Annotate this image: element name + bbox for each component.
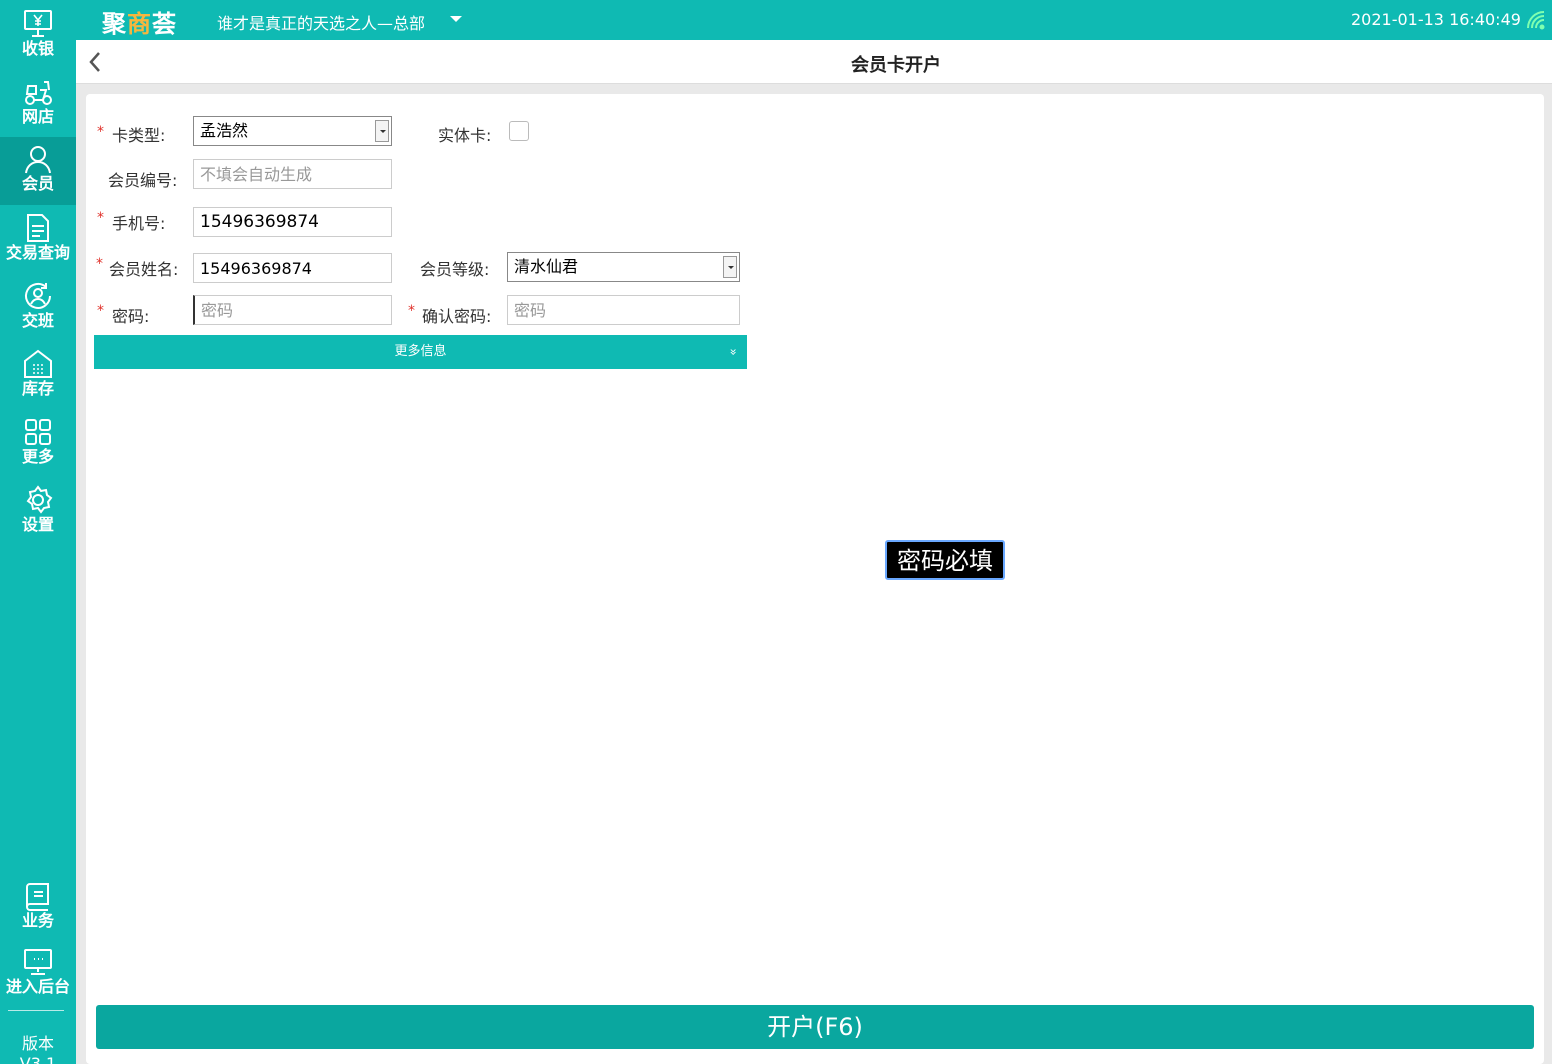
sidebar-item-business[interactable]: 业务 [0,874,76,942]
sidebar-item-label: 库存 [21,379,54,398]
store-name[interactable]: 谁才是真正的天选之人—总部 [217,10,425,34]
member-name-label: 会员姓名: [109,260,179,279]
required-mark: * [97,303,104,319]
member-level-value: 清水仙君 [514,257,579,276]
version-value: V3.1 [19,1054,57,1064]
document-icon [27,214,49,242]
sidebar-item-label: 网店 [21,107,54,126]
password-label: 密码: [112,307,150,326]
sidebar-item-online-store[interactable]: 网店 [0,70,76,138]
wifi-signal-icon [1527,11,1545,30]
store-dropdown-icon[interactable] [450,16,462,22]
member-card-form-panel: * 卡类型: 孟浩然 实体卡: 会员编号: * 手机号: * 会员姓名: 会员等… [86,94,1544,1064]
version-label: 版本 [21,1034,54,1053]
confirm-password-label: 确认密码: [422,307,492,326]
phone-input[interactable] [193,207,392,237]
card-type-label: 卡类型: [112,126,166,145]
validation-toast: 密码必填 [885,540,1005,580]
sidebar-item-member[interactable]: 会员 [0,137,76,205]
warehouse-icon [24,349,52,378]
sidebar-item-label: 更多 [21,447,54,466]
app-logo: 聚商荟 [102,10,177,38]
dropdown-arrow-icon [723,256,737,278]
page-header: 会员卡开户 [76,40,1552,84]
physical-card-label: 实体卡: [438,126,492,145]
dropdown-arrow-icon [375,120,389,142]
physical-card-checkbox[interactable] [509,121,529,141]
sidebar-item-label: 进入后台 [5,977,70,996]
double-chevron-down-icon: » [726,348,741,356]
sidebar-item-more[interactable]: 更多 [0,410,76,478]
required-mark: * [97,210,104,226]
sidebar-item-label: 交易查询 [5,243,70,262]
sidebar-item-shift[interactable]: 交班 [0,274,76,342]
member-level-select[interactable]: 清水仙君 [507,252,740,282]
sidebar-item-label: 设置 [21,515,54,534]
sidebar-item-inventory[interactable]: 库存 [0,342,76,410]
sidebar-item-backend[interactable]: 进入后台 [0,940,76,1008]
sidebar-item-cashier[interactable]: 收银 [0,2,76,70]
card-type-value: 孟浩然 [200,121,249,140]
grid-icon [25,419,51,445]
page-title: 会员卡开户 [851,55,941,76]
member-no-input[interactable] [193,159,392,189]
more-info-toggle[interactable]: 更多信息 » [94,335,747,369]
member-level-label: 会员等级: [420,260,490,279]
user-icon [25,146,51,174]
delivery-scooter-icon [25,81,52,105]
shift-handover-icon [25,282,51,309]
member-no-label: 会员编号: [108,171,178,190]
required-mark: * [97,124,104,140]
sidebar: 收银 网店 会员 交易查询 交班 库存 更多 设置 业务 进入后台 版本 V3.… [0,0,76,1064]
version-info: 版本 V3.1 [0,1034,76,1064]
required-mark: * [408,303,415,319]
book-icon [26,883,49,911]
phone-label: 手机号: [112,214,166,233]
top-bar: 聚商荟 谁才是真正的天选之人—总部 2021-01-13 16:40:49 [76,0,1552,40]
confirm-password-input[interactable] [507,295,740,325]
sidebar-divider [8,1010,64,1011]
current-datetime: 2021-01-13 16:40:49 [1351,10,1521,29]
sidebar-item-label: 交班 [21,311,54,330]
gear-icon [26,485,53,514]
sidebar-item-transaction-query[interactable]: 交易查询 [0,206,76,274]
open-account-button[interactable]: 开户(F6) [96,1005,1534,1049]
monitor-icon [24,949,52,975]
more-info-label: 更多信息 [394,344,447,359]
cashier-icon [24,10,52,37]
card-type-select[interactable]: 孟浩然 [193,116,392,146]
member-name-input[interactable] [193,253,392,283]
password-input[interactable] [193,295,392,325]
sidebar-item-settings[interactable]: 设置 [0,478,76,546]
sidebar-item-label: 业务 [21,911,54,930]
sidebar-item-label: 会员 [21,174,54,193]
sidebar-item-label: 收银 [21,39,54,58]
required-mark: * [96,256,103,272]
